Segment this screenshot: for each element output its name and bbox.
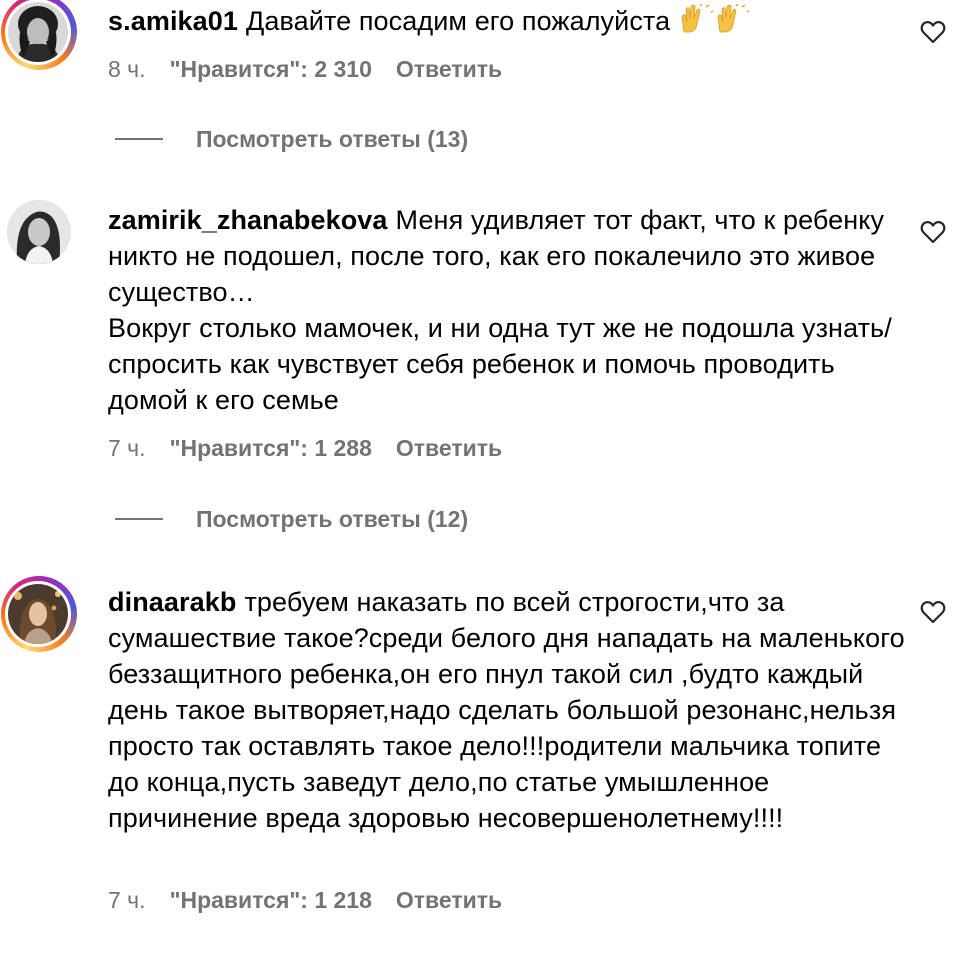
- view-replies-label: Посмотреть ответы (12): [196, 506, 469, 532]
- heart-outline-icon[interactable]: [920, 600, 946, 624]
- likes-count[interactable]: "Нравится": 1 288: [170, 433, 372, 463]
- heart-outline-icon[interactable]: [920, 220, 946, 244]
- replies-divider: [115, 137, 163, 140]
- view-replies-button[interactable]: Посмотреть ответы (12): [115, 504, 468, 534]
- comment-meta: 7 ч. "Нравится": 1 218 Ответить: [108, 885, 502, 915]
- comment-text: Давайте посадим его пожалуйста: [246, 6, 671, 36]
- avatar[interactable]: [0, 0, 80, 74]
- comment-meta: 7 ч. "Нравится": 1 288 Ответить: [108, 433, 502, 463]
- reply-button[interactable]: Ответить: [396, 433, 502, 463]
- comment-username[interactable]: s.amika01: [108, 6, 238, 36]
- comment-body: zamirik_zhanabekova Меня удивляет тот фак…: [108, 202, 908, 418]
- raising-hands-emoji: [680, 3, 714, 34]
- reply-button[interactable]: Ответить: [396, 54, 502, 84]
- raising-hands-emoji: [716, 3, 750, 34]
- reply-button[interactable]: Ответить: [396, 885, 502, 915]
- likes-count[interactable]: "Нравится": 2 310: [170, 54, 372, 84]
- comment-text: Меня удивляет тот факт, что к ребенку ни…: [108, 205, 892, 415]
- comment-time: 8 ч.: [108, 56, 146, 82]
- comment-body: s.amika01 Давайте посадим его пожалуйста: [108, 3, 908, 39]
- view-replies-button[interactable]: Посмотреть ответы (13): [115, 124, 468, 154]
- avatar[interactable]: [0, 200, 80, 280]
- comment-meta: 8 ч. "Нравится": 2 310 Ответить: [108, 54, 502, 84]
- comment-username[interactable]: dinaarakb: [108, 587, 236, 617]
- heart-outline-icon[interactable]: [920, 20, 946, 44]
- likes-count[interactable]: "Нравится": 1 218: [170, 885, 372, 915]
- avatar-photo: [7, 200, 71, 264]
- comment-time: 7 ч.: [108, 887, 146, 913]
- avatar[interactable]: [0, 576, 80, 656]
- comment-body: dinaarakb требуем наказать по всей строго…: [108, 584, 908, 836]
- comment-time: 7 ч.: [108, 435, 146, 461]
- avatar-photo: [8, 2, 68, 62]
- view-replies-label: Посмотреть ответы (13): [196, 126, 469, 152]
- replies-divider: [115, 517, 163, 520]
- comment-text: требуем наказать по всей строгости,что з…: [108, 587, 913, 833]
- comment-username[interactable]: zamirik_zhanabekova: [108, 205, 388, 235]
- avatar-photo: [8, 584, 68, 644]
